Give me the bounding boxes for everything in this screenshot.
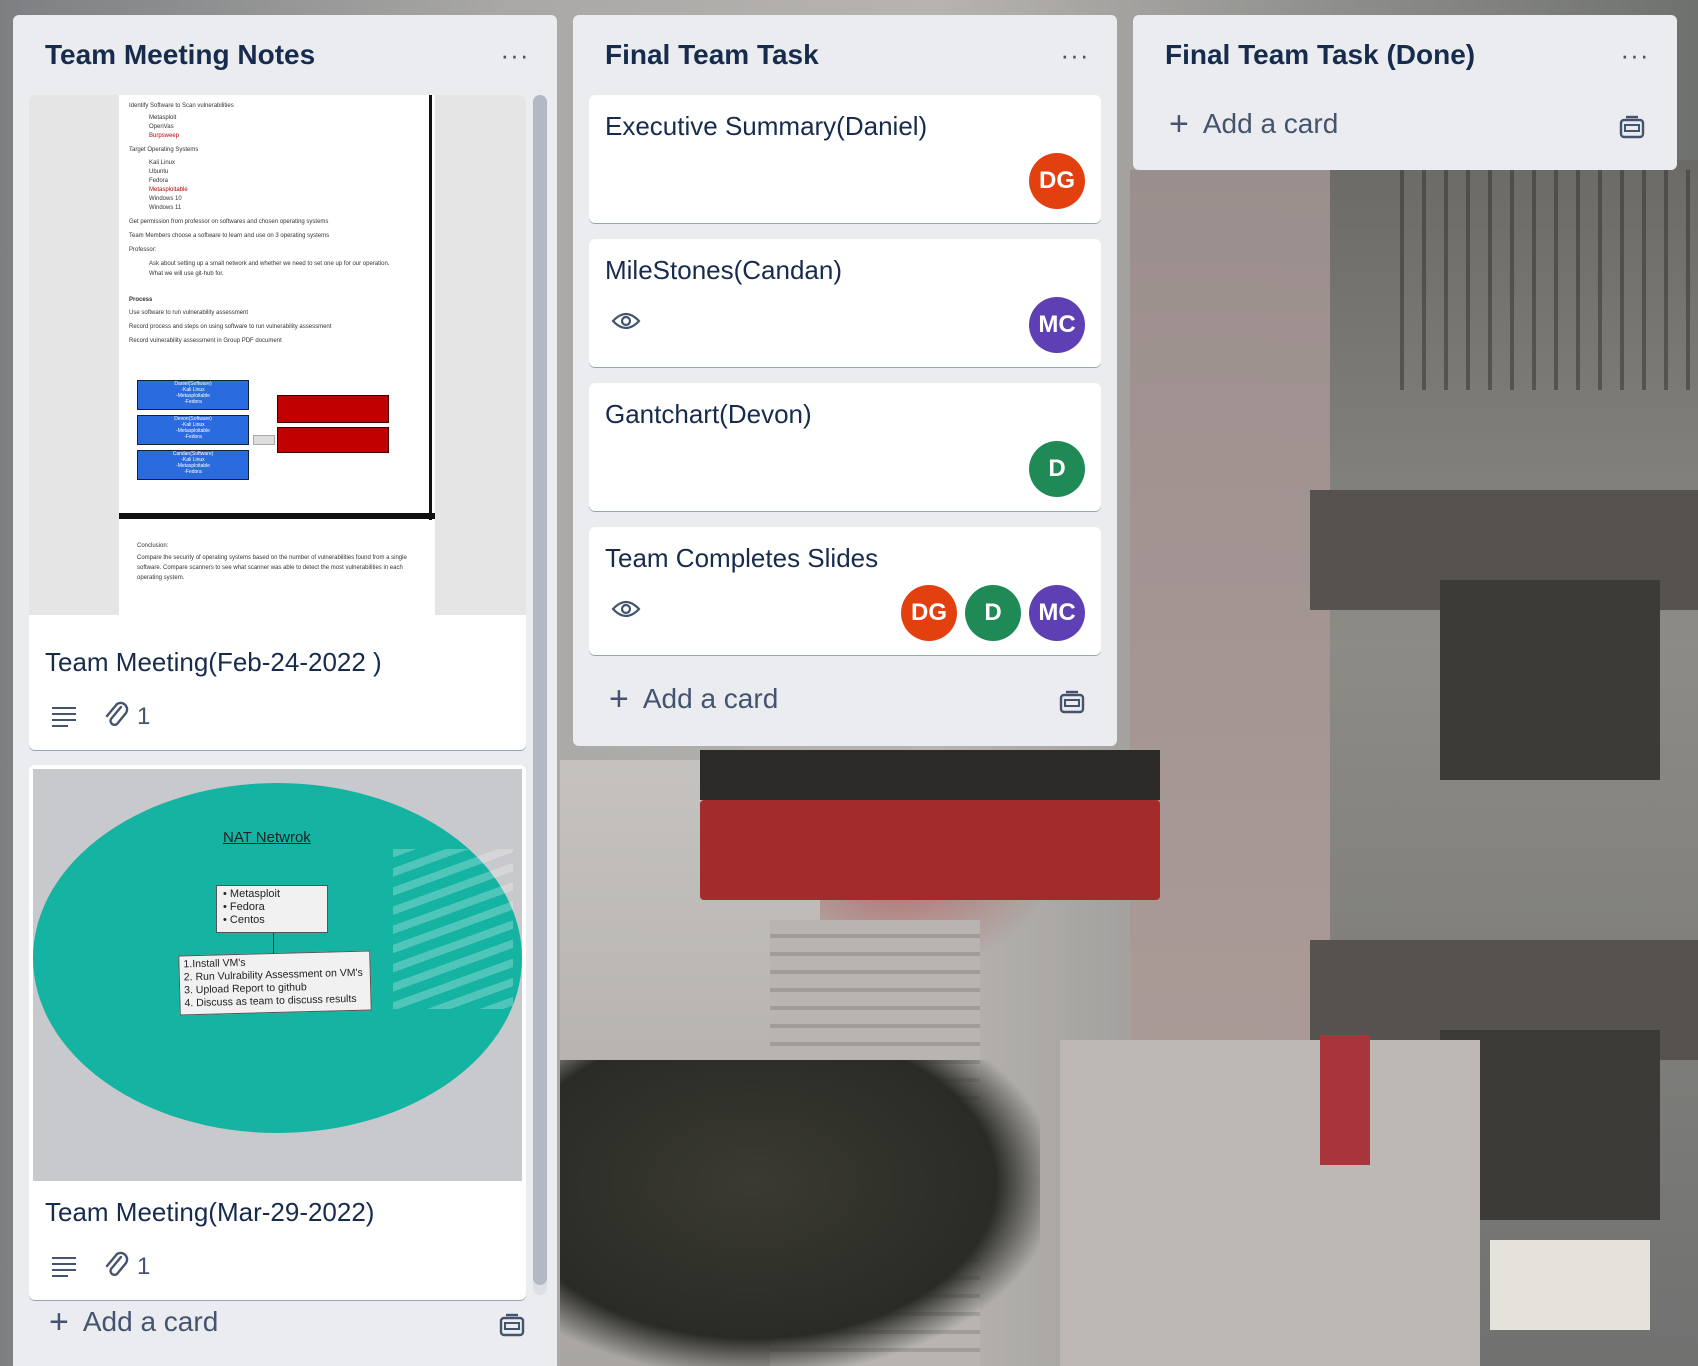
avatar[interactable]: D: [1029, 441, 1085, 497]
doc-line: Get permission from professor on softwar…: [129, 219, 329, 225]
doc-line: Kali Linux: [149, 160, 176, 166]
paperclip-icon: [105, 701, 129, 727]
card-team-completes-slides[interactable]: Team Completes Slides DG D MC: [589, 527, 1101, 655]
list-team-meeting-notes: Team Meeting Notes ··· Identify Software…: [13, 15, 557, 1366]
doc-line: operating system.: [137, 575, 185, 581]
card-cover-image: NAT Netwrok • Metasploit • Fedora • Cent…: [33, 769, 522, 1181]
doc-page-break: [119, 513, 435, 519]
card-title: Gantchart(Devon): [605, 399, 812, 429]
avatar[interactable]: D: [965, 585, 1021, 641]
card-template-icon[interactable]: [499, 1313, 525, 1339]
description-icon: [52, 1257, 76, 1277]
doc-line: OpenVas: [149, 124, 174, 130]
attachment-count: 1: [137, 1253, 151, 1280]
doc-line: Team Members choose a software to learn …: [129, 233, 330, 239]
avatar[interactable]: DG: [901, 585, 957, 641]
card-template-icon[interactable]: [1619, 115, 1645, 141]
doc-diagram-box: [277, 395, 389, 423]
doc-line: Fedora: [149, 178, 169, 184]
paperclip-icon: [105, 1251, 129, 1277]
doc-line: What we will use git-hub for.: [149, 271, 224, 277]
list-header: Final Team Task ···: [573, 15, 1117, 95]
doc-line: Compare the security of operating system…: [137, 555, 407, 561]
card-gantchart[interactable]: Gantchart(Devon) D: [589, 383, 1101, 511]
card-title: Team Completes Slides: [605, 543, 879, 573]
eye-icon: [611, 312, 641, 330]
ellipsis-icon[interactable]: ···: [495, 35, 535, 75]
doc-line: Windows 10: [149, 196, 182, 202]
doc-line: Ask about setting up a small network and…: [149, 261, 390, 267]
list-title[interactable]: Final Team Task: [605, 39, 819, 71]
diagram-connector: [273, 933, 274, 953]
doc-diagram-arrow: [253, 435, 275, 445]
doc-line: Identify Software to Scan vulnerabilitie…: [129, 103, 234, 109]
add-card-button[interactable]: + Add a card: [49, 1305, 218, 1339]
doc-line: Professor:: [129, 247, 157, 253]
doc-diagram-box: Daniel(Software) -Kali Linux -Metasploit…: [137, 380, 249, 410]
doc-line: Conclusion:: [137, 543, 169, 549]
diagram-item: • Fedora: [223, 901, 265, 913]
diagram-box: 1.Install VM's 2. Run Vulrability Assess…: [178, 950, 372, 1016]
doc-page-border: [429, 95, 432, 520]
list-header: Team Meeting Notes ···: [13, 15, 557, 95]
eye-icon: [611, 600, 641, 618]
doc-line: Process: [129, 297, 153, 303]
card-title: MileStones(Candan): [605, 255, 843, 285]
add-card-label: Add a card: [82, 1306, 219, 1337]
doc-diagram-box: Devon(Software) -Kali Linux -Metasploita…: [137, 415, 249, 445]
description-icon: [52, 707, 76, 727]
ellipsis-icon[interactable]: ···: [1055, 35, 1095, 75]
doc-line: Record vulnerability assessment in Group…: [129, 338, 282, 344]
list-scrollbar-thumb[interactable]: [533, 95, 547, 1285]
attachment-count: 1: [137, 703, 151, 730]
add-card-label: Add a card: [642, 683, 779, 714]
doc-diagram-box: [277, 427, 389, 453]
card-team-meeting-mar[interactable]: NAT Netwrok • Metasploit • Fedora • Cent…: [29, 765, 526, 1300]
avatar[interactable]: MC: [1029, 297, 1085, 353]
ellipsis-icon[interactable]: ···: [1615, 35, 1655, 75]
diagram-item: • Metasploit: [223, 888, 281, 900]
card-cover-document: Identify Software to Scan vulnerabilitie…: [29, 95, 526, 615]
diagram-box: • Metasploit • Fedora • Centos: [216, 885, 328, 933]
doc-line: Record process and steps on using softwa…: [129, 324, 332, 330]
doc-line: Burpsweep: [149, 133, 180, 139]
card-title: Team Meeting(Mar-29-2022): [45, 1197, 375, 1227]
avatar[interactable]: MC: [1029, 585, 1085, 641]
diagram-heading: NAT Netwrok: [223, 829, 311, 846]
doc-line: Metasploit: [149, 115, 177, 121]
plus-icon: +: [49, 1303, 69, 1341]
card-executive-summary[interactable]: Executive Summary(Daniel) DG: [589, 95, 1101, 223]
add-card-button[interactable]: + Add a card: [609, 682, 778, 716]
doc-line: software. Compare scanners to see what s…: [137, 565, 403, 571]
card-title: Team Meeting(Feb-24-2022 ): [45, 647, 382, 677]
screen-glare: [393, 849, 513, 1009]
plus-icon: +: [1169, 105, 1189, 143]
document-page: Identify Software to Scan vulnerabilitie…: [119, 95, 435, 615]
doc-line: Windows 11: [149, 205, 182, 211]
card-team-meeting-feb[interactable]: Identify Software to Scan vulnerabilitie…: [29, 95, 526, 750]
list-header: Final Team Task (Done) ···: [1133, 15, 1677, 95]
add-card-button[interactable]: + Add a card: [1169, 107, 1338, 141]
doc-diagram-box: Candan(Software) -Kali Linux -Metasploit…: [137, 450, 249, 480]
plus-icon: +: [609, 680, 629, 718]
list-final-team-task: Final Team Task ··· Executive Summary(Da…: [573, 15, 1117, 746]
add-card-label: Add a card: [1202, 108, 1339, 139]
doc-line: Metasploitable: [149, 187, 188, 193]
list-final-team-task-done: Final Team Task (Done) ··· + Add a card: [1133, 15, 1677, 170]
list-title[interactable]: Final Team Task (Done): [1165, 39, 1475, 71]
card-milestones[interactable]: MileStones(Candan) MC: [589, 239, 1101, 367]
card-title: Executive Summary(Daniel): [605, 111, 928, 141]
diagram-item: • Centos: [223, 914, 265, 926]
doc-line: Ubuntu: [149, 169, 169, 175]
doc-line: Target Operating Systems: [129, 147, 199, 153]
card-template-icon[interactable]: [1059, 690, 1085, 716]
list-title[interactable]: Team Meeting Notes: [45, 39, 315, 71]
doc-line: Use software to run vulnerability assess…: [129, 310, 249, 316]
avatar[interactable]: DG: [1029, 153, 1085, 209]
